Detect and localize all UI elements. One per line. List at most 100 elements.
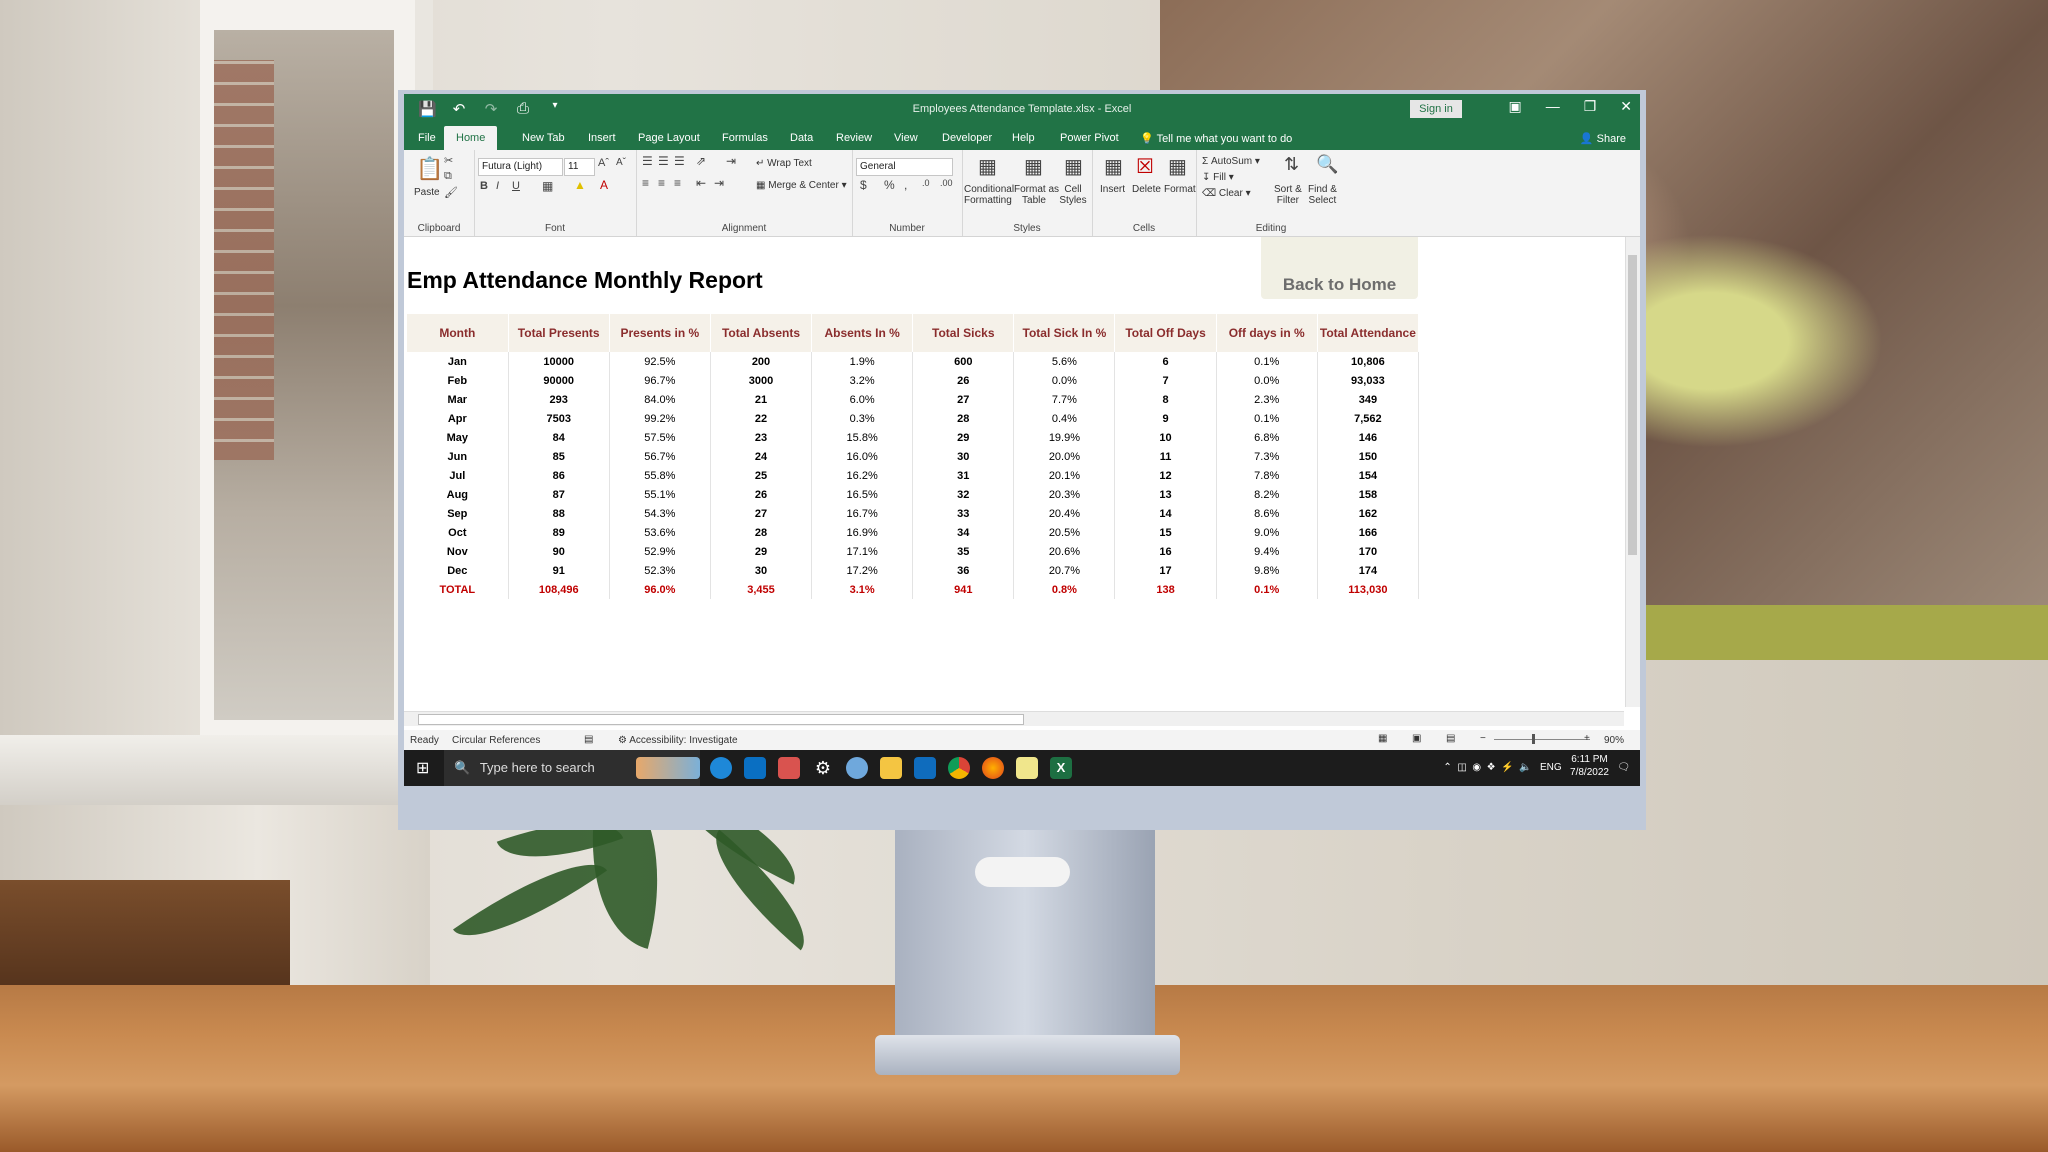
increase-indent-icon[interactable]: ⇥ [714,176,724,190]
text-direction-icon[interactable]: ⇥ [726,154,736,168]
table-cell[interactable]: 16 [1114,542,1217,561]
excel-app-icon[interactable]: X [1050,757,1072,779]
fill-color-icon[interactable]: ▲ [574,178,586,192]
font-color-icon[interactable]: A [600,178,608,192]
table-cell[interactable]: 23 [710,428,813,447]
page-layout-view-icon[interactable]: ▣ [1412,733,1421,744]
table-cell[interactable]: 20.0% [1013,447,1116,466]
table-cell[interactable]: 20.5% [1013,523,1116,542]
zoom-slider[interactable] [1494,739,1590,740]
cell-styles-button[interactable]: Cell Styles [1058,184,1088,206]
firefox-icon[interactable] [982,757,1004,779]
align-center-icon[interactable]: ≡ [658,176,665,190]
table-cell[interactable]: 26 [912,371,1015,390]
table-cell[interactable]: TOTAL [407,580,509,599]
language-indicator[interactable]: ENG [1540,762,1562,773]
table-cell[interactable]: 0.1% [1216,409,1318,428]
table-cell[interactable]: 1.9% [811,352,914,371]
find-select-button[interactable]: Find & Select [1308,184,1337,206]
circular-references[interactable]: Circular References [452,735,540,746]
copy-icon[interactable]: ⧉ [444,170,452,183]
table-cell[interactable]: 20.1% [1013,466,1116,485]
bold-icon[interactable]: B [480,180,488,192]
table-cell[interactable]: Aug [407,485,509,504]
table-cell[interactable]: 17.1% [811,542,914,561]
table-cell[interactable]: 52.3% [609,561,711,580]
horizontal-scroll-thumb[interactable] [418,714,1024,725]
orientation-icon[interactable]: ⇗ [696,154,706,168]
table-cell[interactable]: Jun [407,447,509,466]
top-align-icon[interactable]: ☰ [642,154,653,168]
table-cell[interactable]: 32 [912,485,1015,504]
maximize-icon[interactable]: ❐ [1584,98,1597,115]
autosum-button[interactable]: Σ AutoSum ▾ [1202,156,1260,167]
header-total-attendance[interactable]: Total Attendance [1317,314,1420,352]
table-cell[interactable]: 29 [710,542,813,561]
table-cell[interactable]: 24 [710,447,813,466]
table-cell[interactable]: 33 [912,504,1015,523]
table-cell[interactable]: 31 [912,466,1015,485]
table-cell[interactable]: 20.6% [1013,542,1116,561]
table-cell[interactable]: 89 [508,523,610,542]
show-hidden-icons-icon[interactable]: ⌃ [1443,762,1451,773]
back-to-home-button[interactable]: Back to Home [1261,237,1418,299]
table-cell[interactable]: 96.0% [609,580,711,599]
table-cell[interactable]: 0.8% [1013,580,1116,599]
table-cell[interactable]: 28 [710,523,813,542]
table-cell[interactable]: 91 [508,561,610,580]
paste-icon[interactable]: 📋 [416,156,443,182]
insert-button[interactable]: Insert [1100,184,1125,195]
table-cell[interactable]: 0.3% [811,409,914,428]
table-cell[interactable]: 6.0% [811,390,914,409]
table-cell[interactable]: 13 [1114,485,1217,504]
page-break-view-icon[interactable]: ▤ [1446,733,1455,744]
header-total-presents[interactable]: Total Presents [508,314,610,352]
underline-icon[interactable]: U [512,180,520,192]
table-cell[interactable]: Oct [407,523,509,542]
table-cell[interactable]: 8.6% [1216,504,1318,523]
merge-center-button[interactable]: ▦ Merge & Center ▾ [756,180,847,191]
table-cell[interactable]: 9.0% [1216,523,1318,542]
currency-icon[interactable]: $ [860,178,867,192]
table-cell[interactable]: 34 [912,523,1015,542]
font-name-select[interactable]: Futura (Light) [478,158,563,176]
tab-new-tab[interactable]: New Tab [522,132,565,144]
bottom-align-icon[interactable]: ☰ [674,154,685,168]
table-cell[interactable]: 6.8% [1216,428,1318,447]
table-cell[interactable]: 10000 [508,352,610,371]
store-icon[interactable] [744,757,766,779]
table-cell[interactable]: 200 [710,352,813,371]
zoom-in-icon[interactable]: + [1584,733,1590,744]
wrap-text-button[interactable]: ↵ Wrap Text [756,158,812,169]
table-cell[interactable]: 7,562 [1317,409,1420,428]
sort-filter-icon[interactable]: ⇅ [1284,154,1299,175]
table-cell[interactable]: May [407,428,509,447]
tab-formulas[interactable]: Formulas [722,132,768,144]
vertical-scrollbar[interactable] [1625,237,1640,707]
table-cell[interactable]: Nov [407,542,509,561]
table-cell[interactable]: 22 [710,409,813,428]
middle-align-icon[interactable]: ☰ [658,154,669,168]
sign-in-button[interactable]: Sign in [1410,100,1462,118]
table-cell[interactable]: 0.1% [1216,580,1318,599]
snipping-tool-icon[interactable] [778,757,800,779]
number-format-select[interactable]: General [856,158,953,176]
table-cell[interactable]: 0.0% [1013,371,1116,390]
tab-help[interactable]: Help [1012,132,1035,144]
cell-styles-icon[interactable]: ▦ [1064,154,1083,179]
clock[interactable]: 6:11 PM 7/8/2022 [1570,753,1609,779]
tab-page-layout[interactable]: Page Layout [638,132,700,144]
format-cells-icon[interactable]: ▦ [1168,154,1187,179]
paint-icon[interactable] [846,757,868,779]
align-left-icon[interactable]: ≡ [642,176,649,190]
table-cell[interactable]: 56.7% [609,447,711,466]
table-cell[interactable]: 600 [912,352,1015,371]
decrease-indent-icon[interactable]: ⇤ [696,176,706,190]
conditional-formatting-button[interactable]: Conditional Formatting [964,184,1014,206]
table-cell[interactable]: 0.4% [1013,409,1116,428]
table-cell[interactable]: 158 [1317,485,1420,504]
table-cell[interactable]: 88 [508,504,610,523]
table-cell[interactable]: 16.7% [811,504,914,523]
table-cell[interactable]: 20.7% [1013,561,1116,580]
table-cell[interactable]: 57.5% [609,428,711,447]
